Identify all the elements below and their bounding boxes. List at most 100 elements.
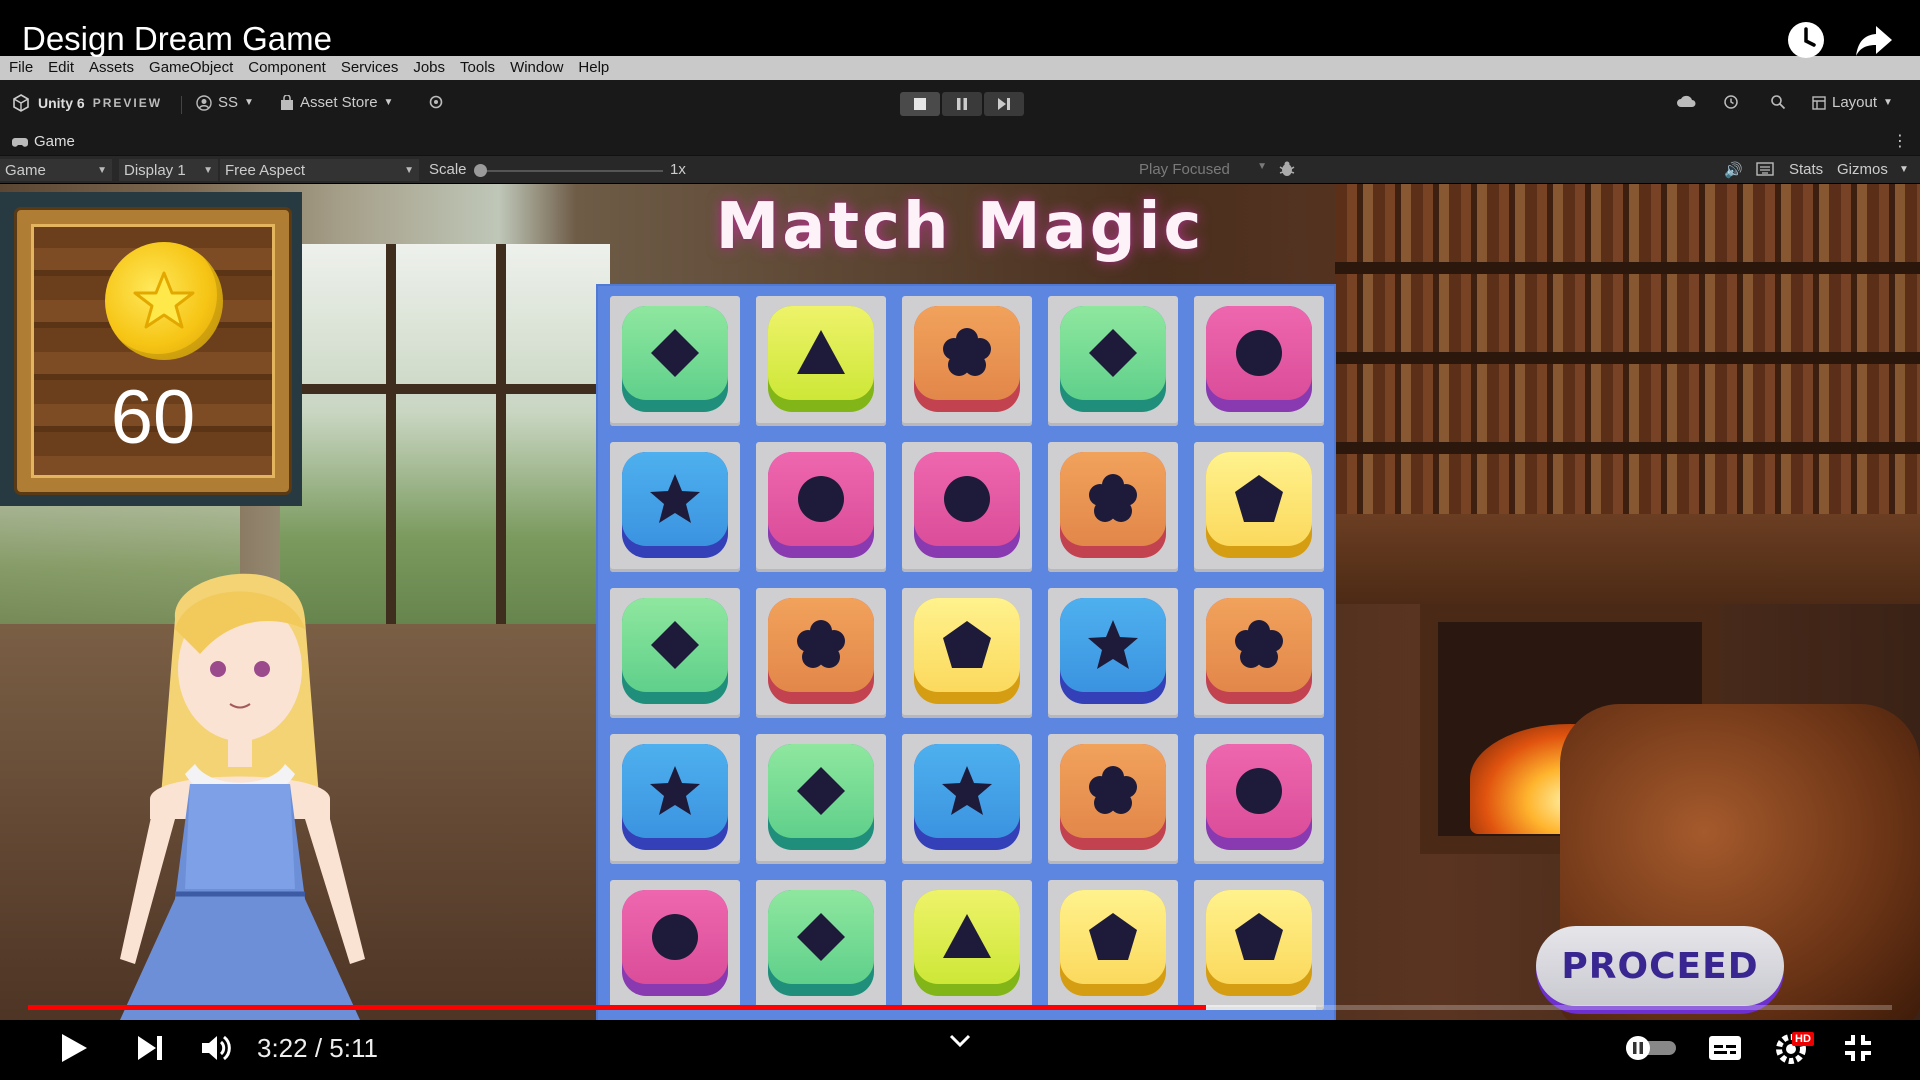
layout-dropdown[interactable]: Layout ▼ — [1812, 94, 1893, 111]
orange-flower-tile[interactable] — [1060, 452, 1166, 558]
volume-icon[interactable] — [196, 1028, 236, 1068]
yellow-pentagon-tile[interactable] — [1206, 890, 1312, 996]
lime-triangle-tile[interactable] — [914, 890, 1020, 996]
pause-button[interactable] — [942, 92, 982, 116]
green-diamond-tile[interactable] — [768, 744, 874, 850]
chevron-down-icon[interactable]: ▼ — [1899, 164, 1909, 175]
board-cell[interactable] — [756, 880, 886, 1010]
board-cell[interactable] — [1194, 296, 1324, 426]
board-cell[interactable] — [1194, 880, 1324, 1010]
board-cell[interactable] — [1048, 734, 1178, 864]
board-cell[interactable] — [1048, 588, 1178, 718]
exit-fullscreen-icon[interactable] — [1838, 1028, 1878, 1068]
board-cell[interactable] — [610, 588, 740, 718]
blue-star-tile[interactable] — [914, 744, 1020, 850]
menu-services[interactable]: Services — [341, 56, 399, 80]
menu-assets[interactable]: Assets — [89, 56, 134, 80]
board-cell[interactable] — [1194, 734, 1324, 864]
board-cell[interactable] — [756, 296, 886, 426]
board-cell[interactable] — [610, 442, 740, 572]
stats-button[interactable]: Stats — [1789, 161, 1823, 178]
display-dropdown[interactable]: Display 1 ▼ — [119, 159, 218, 181]
board-cell[interactable] — [902, 296, 1032, 426]
green-diamond-tile[interactable] — [622, 306, 728, 412]
gizmos-button[interactable]: Gizmos — [1837, 161, 1888, 178]
yellow-pentagon-tile[interactable] — [914, 598, 1020, 704]
asset-store-dropdown[interactable]: Asset Store ▼ — [280, 94, 393, 111]
chevron-down-icon[interactable] — [940, 1022, 980, 1060]
scale-slider-handle[interactable] — [474, 164, 487, 177]
settings-icon[interactable]: HD — [1770, 1028, 1814, 1068]
tile-face — [768, 890, 874, 984]
mute-audio-icon[interactable]: 🔊 — [1724, 161, 1743, 179]
board-cell[interactable] — [756, 442, 886, 572]
game-viewport[interactable]: Match Magic 60 PROCEED — [0, 184, 1920, 1020]
board-cell[interactable] — [902, 734, 1032, 864]
keyboard-icon[interactable] — [1756, 162, 1774, 180]
yellow-pentagon-tile[interactable] — [1206, 452, 1312, 558]
green-diamond-tile[interactable] — [1060, 306, 1166, 412]
board-cell[interactable] — [902, 880, 1032, 1010]
blue-star-tile[interactable] — [1060, 598, 1166, 704]
next-icon[interactable] — [130, 1028, 170, 1068]
orange-flower-tile[interactable] — [1206, 598, 1312, 704]
board-cell[interactable] — [1048, 880, 1178, 1010]
pink-circle-tile[interactable] — [914, 452, 1020, 558]
lime-triangle-tile[interactable] — [768, 306, 874, 412]
menu-jobs[interactable]: Jobs — [413, 56, 445, 80]
yellow-pentagon-tile[interactable] — [1060, 890, 1166, 996]
bug-icon[interactable] — [1278, 160, 1296, 182]
step-button[interactable] — [984, 92, 1024, 116]
proceed-button[interactable]: PROCEED — [1536, 926, 1784, 1014]
aspect-dropdown[interactable]: Free Aspect ▼ — [220, 159, 419, 181]
menu-tools[interactable]: Tools — [460, 56, 495, 80]
board-cell[interactable] — [610, 880, 740, 1010]
share-icon[interactable] — [1852, 18, 1896, 62]
board-cell[interactable] — [1194, 442, 1324, 572]
captions-icon[interactable] — [1704, 1028, 1746, 1068]
autoplay-toggle[interactable] — [1622, 1028, 1680, 1068]
menu-help[interactable]: Help — [578, 56, 609, 80]
pink-circle-tile[interactable] — [768, 452, 874, 558]
play-focused-dropdown[interactable]: Play Focused ▼ — [1139, 161, 1267, 178]
green-diamond-tile[interactable] — [768, 890, 874, 996]
view-mode-dropdown[interactable]: Game ▼ — [0, 159, 112, 181]
pink-circle-tile[interactable] — [622, 890, 728, 996]
more-options-icon[interactable]: ⋮ — [1892, 131, 1908, 151]
blue-star-tile[interactable] — [622, 452, 728, 558]
board-cell[interactable] — [756, 734, 886, 864]
search-button[interactable] — [1770, 94, 1786, 110]
account-dropdown[interactable]: SS ▼ — [196, 94, 254, 111]
board-cell[interactable] — [1048, 442, 1178, 572]
board-cell[interactable] — [756, 588, 886, 718]
menu-file[interactable]: File — [9, 56, 33, 80]
orange-flower-tile[interactable] — [1060, 744, 1166, 850]
pink-circle-tile[interactable] — [1206, 744, 1312, 850]
history-button[interactable] — [1723, 94, 1739, 110]
diamond-icon — [797, 913, 845, 961]
orange-flower-tile[interactable] — [914, 306, 1020, 412]
board-cell[interactable] — [610, 734, 740, 864]
video-title[interactable]: Design Dream Game — [22, 22, 332, 55]
green-diamond-tile[interactable] — [622, 598, 728, 704]
menu-edit[interactable]: Edit — [48, 56, 74, 80]
blue-star-tile[interactable] — [622, 744, 728, 850]
play-icon[interactable] — [54, 1028, 94, 1068]
pink-circle-tile[interactable] — [1206, 306, 1312, 412]
menu-component[interactable]: Component — [248, 56, 326, 80]
board-cell[interactable] — [1194, 588, 1324, 718]
clock-icon[interactable] — [1784, 18, 1828, 62]
cloud-button[interactable] — [1676, 94, 1696, 108]
cloud-services-button[interactable] — [428, 94, 444, 110]
board-cell[interactable] — [1048, 296, 1178, 426]
orange-flower-tile[interactable] — [768, 598, 874, 704]
unity-logo[interactable]: Unity 6 PREVIEW — [12, 94, 162, 112]
board-cell[interactable] — [902, 588, 1032, 718]
board-cell[interactable] — [902, 442, 1032, 572]
tab-game[interactable]: Game — [12, 133, 75, 150]
stop-button[interactable] — [900, 92, 940, 116]
menu-window[interactable]: Window — [510, 56, 563, 80]
board-cell[interactable] — [610, 296, 740, 426]
scale-slider-track[interactable] — [478, 170, 663, 172]
menu-gameobject[interactable]: GameObject — [149, 56, 233, 80]
